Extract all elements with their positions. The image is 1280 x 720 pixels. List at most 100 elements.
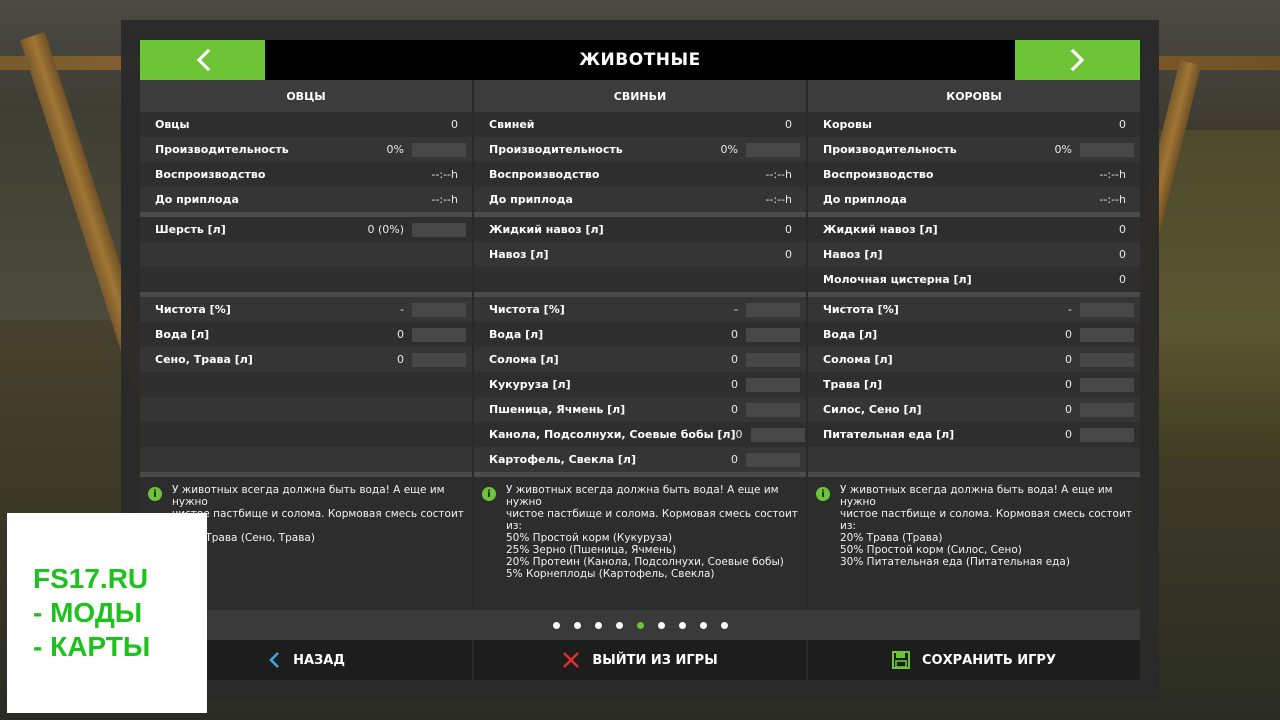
footer-bar: НАЗАД ВЫЙТИ ИЗ ИГРЫ СОХРАНИТЬ ИГРУ (140, 640, 1140, 680)
stat-row: Пшеница, Ячмень [л] 0 (474, 397, 806, 422)
stat-progress-bar (412, 222, 466, 237)
stat-value: - (734, 303, 738, 316)
info-icon: i (148, 487, 162, 501)
stat-label: Кукуруза [л] (489, 378, 571, 391)
stat-value: 0 (1119, 273, 1126, 286)
stat-value: 0 (1065, 403, 1072, 416)
stat-label: Молочная цистерна [л] (823, 273, 972, 286)
stat-row: Производительность 0% (474, 137, 806, 162)
stat-row: Молочная цистерна [л] 0 (808, 267, 1140, 292)
stat-label: Картофель, Свекла [л] (489, 453, 636, 466)
stat-row: До приплода --:--h (140, 187, 472, 212)
prev-page-button[interactable] (140, 40, 265, 80)
page-indicator (140, 610, 1140, 640)
stat-progress-bar (1080, 327, 1134, 342)
stat-progress-bar (1080, 352, 1134, 367)
stat-row: Канола, Подсолнухи, Соевые бобы [л] 0 (474, 422, 806, 447)
page-dot[interactable] (657, 621, 665, 629)
back-button-label: НАЗАД (293, 652, 345, 668)
stat-progress-bar (1080, 427, 1134, 442)
stat-label: Вода [л] (489, 328, 544, 341)
stat-label: Шерсть [л] (155, 223, 226, 236)
stat-row: Чистота [%] - (140, 297, 472, 322)
stat-row (140, 267, 472, 292)
stat-value: 0% (386, 143, 404, 156)
stat-row: Солома [л] 0 (808, 347, 1140, 372)
stat-label: Овцы (155, 118, 190, 131)
stat-progress-bar (412, 142, 466, 157)
stat-progress-bar (412, 352, 466, 367)
watermark-line: - КАРТЫ (33, 631, 151, 662)
save-game-button[interactable]: СОХРАНИТЬ ИГРУ (808, 640, 1140, 680)
quit-game-button-label: ВЫЙТИ ИЗ ИГРЫ (592, 652, 718, 668)
stat-progress-bar (412, 302, 466, 317)
save-game-button-label: СОХРАНИТЬ ИГРУ (922, 652, 1056, 668)
stat-value: 0 (397, 353, 404, 366)
page-dot[interactable] (678, 621, 686, 629)
stat-progress-bar (750, 427, 805, 442)
stat-label: Солома [л] (823, 353, 893, 366)
stat-row: Сено, Трава [л] 0 (140, 347, 472, 372)
stat-label: Навоз [л] (489, 248, 549, 261)
page-dot[interactable] (636, 621, 644, 629)
stat-label: Канола, Подсолнухи, Соевые бобы [л] (489, 428, 736, 441)
stat-value: 0 (731, 353, 738, 366)
page-dot[interactable] (573, 621, 581, 629)
stat-value: 0 (735, 428, 743, 441)
stat-label: Воспроизводство (155, 168, 266, 181)
stat-value: - (1068, 303, 1072, 316)
stat-label: Чистота [%] (823, 303, 899, 316)
stat-row (140, 397, 472, 422)
stat-value: 0 (731, 453, 738, 466)
stat-label: Жидкий навоз [л] (823, 223, 938, 236)
stat-row: Шерсть [л] 0 (0%) (140, 217, 472, 242)
stat-label: Производительность (489, 143, 623, 156)
stat-progress-bar (746, 402, 800, 417)
page-dot[interactable] (699, 621, 707, 629)
stat-label: Воспроизводство (823, 168, 934, 181)
stat-label: Свиней (489, 118, 535, 131)
stat-value: --:--h (1099, 193, 1126, 206)
stat-value: --:--h (431, 168, 458, 181)
feeding-info: i У животных всегда должна быть вода! А е… (808, 478, 1140, 576)
stat-value: 0 (1065, 378, 1072, 391)
stat-row: Воспроизводство --:--h (474, 162, 806, 187)
info-icon: i (482, 487, 496, 501)
stat-row: Картофель, Свекла [л] 0 (474, 447, 806, 472)
stat-value: - (400, 303, 404, 316)
page-title: ЖИВОТНЫЕ (579, 50, 701, 70)
page-dot[interactable] (615, 621, 623, 629)
animals-window: ЖИВОТНЫЕ ОВЦЫ Овцы 0 Производительность 0% Во… (121, 20, 1159, 700)
stat-value: 0 (785, 223, 792, 236)
header-bar: ЖИВОТНЫЕ (140, 40, 1140, 80)
stat-progress-bar (1080, 377, 1134, 392)
stat-label: Вода [л] (155, 328, 210, 341)
quit-game-button[interactable]: ВЫЙТИ ИЗ ИГРЫ (474, 640, 806, 680)
page-dot[interactable] (720, 621, 728, 629)
next-page-button[interactable] (1015, 40, 1140, 80)
stat-label: Чистота [%] (155, 303, 231, 316)
stat-row: Вода [л] 0 (808, 322, 1140, 347)
stat-row (474, 267, 806, 292)
stat-value: --:--h (431, 193, 458, 206)
animal-columns: ОВЦЫ Овцы 0 Производительность 0% Воспроизвод… (140, 80, 1140, 610)
stat-row: До приплода --:--h (474, 187, 806, 212)
stat-label: Навоз [л] (823, 248, 883, 261)
close-icon (563, 652, 580, 668)
stat-row: Чистота [%] - (474, 297, 806, 322)
stat-row: Солома [л] 0 (474, 347, 806, 372)
stat-row: Свиней 0 (474, 112, 806, 137)
stat-row: Трава [л] 0 (808, 372, 1140, 397)
stat-progress-bar (746, 327, 800, 342)
site-watermark: FS17.RU - МОДЫ - КАРТЫ (7, 513, 207, 713)
column-header: КОРОВЫ (808, 80, 1140, 112)
stat-value: 0 (1065, 428, 1072, 441)
section-divider (808, 472, 1140, 477)
stat-label: До приплода (155, 193, 239, 206)
stat-progress-bar (412, 327, 466, 342)
stat-row: Воспроизводство --:--h (808, 162, 1140, 187)
stat-label: Чистота [%] (489, 303, 565, 316)
page-dot[interactable] (552, 621, 560, 629)
stat-label: Питательная еда [л] (823, 428, 955, 441)
page-dot[interactable] (594, 621, 602, 629)
